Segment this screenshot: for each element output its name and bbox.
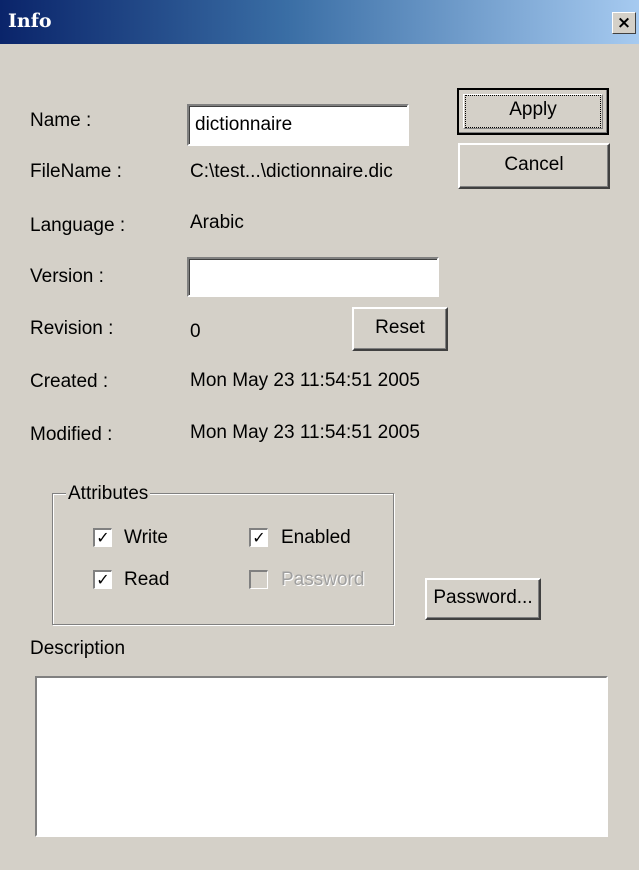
language-label: Language : [30, 215, 126, 236]
name-field[interactable] [187, 104, 409, 146]
name-label: Name : [30, 110, 92, 131]
read-label: Read [124, 569, 170, 590]
version-label: Version : [30, 266, 104, 287]
reset-button-label: Reset [375, 317, 425, 338]
revision-label: Revision : [30, 318, 114, 339]
created-value: Mon May 23 11:54:51 2005 [190, 370, 420, 391]
close-icon[interactable]: × [612, 12, 636, 34]
revision-value: 0 [190, 321, 201, 342]
language-value: Arabic [190, 212, 244, 233]
write-checkbox[interactable]: ✓ [93, 528, 112, 547]
enabled-label: Enabled [281, 527, 351, 548]
reset-button[interactable]: Reset [352, 307, 448, 351]
attributes-legend: Attributes [66, 483, 151, 505]
write-label: Write [124, 527, 168, 548]
filename-value: C:\test...\dictionnaire.dic [190, 161, 393, 182]
apply-button-label: Apply [509, 99, 557, 120]
modified-value: Mon May 23 11:54:51 2005 [190, 422, 420, 443]
attributes-group [52, 493, 394, 625]
enabled-checkbox[interactable]: ✓ [249, 528, 268, 547]
modified-label: Modified : [30, 424, 113, 445]
password-button[interactable]: Password... [425, 578, 541, 620]
password-checkbox[interactable] [249, 570, 268, 589]
cancel-button-label: Cancel [504, 154, 564, 175]
read-checkbox[interactable]: ✓ [93, 570, 112, 589]
password-checkbox-label: Password [281, 569, 365, 590]
window-title: Info [8, 10, 52, 32]
apply-button[interactable]: Apply [457, 88, 609, 135]
version-field[interactable] [187, 257, 439, 297]
password-button-label: Password... [433, 587, 533, 608]
description-textarea[interactable] [35, 676, 608, 837]
created-label: Created : [30, 371, 109, 392]
description-label: Description [30, 638, 126, 659]
filename-label: FileName : [30, 161, 122, 182]
cancel-button[interactable]: Cancel [458, 143, 610, 189]
title-bar[interactable]: Info × [0, 0, 639, 44]
